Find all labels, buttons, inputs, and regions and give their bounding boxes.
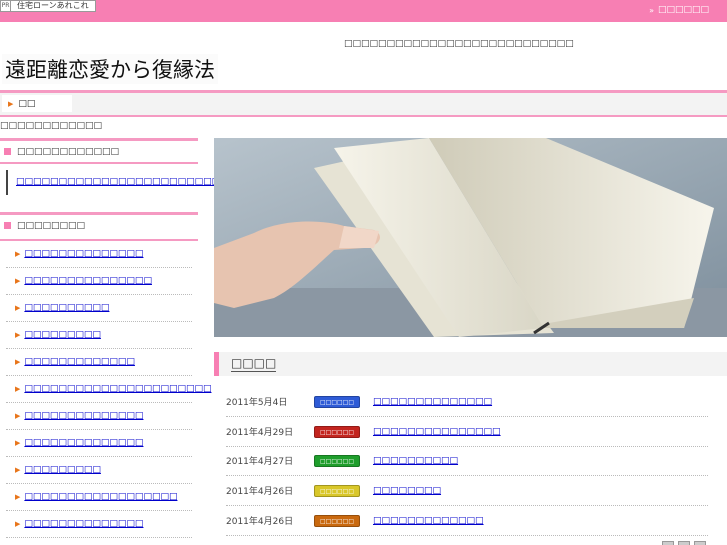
sidebar-item-link[interactable]: □□□□□□□□□ [24,330,101,340]
news-category-badge: □□□□□□ [314,395,360,408]
sidebar-menu-heading-label: □□□□□□□□ [17,220,86,231]
sidebar-item-link[interactable]: □□□□□□□□□□□□□ [24,357,135,367]
nav-home-label: □□ [18,98,36,109]
sidebar-item[interactable]: ▶ □□□□□□□□□ [6,322,192,349]
sidebar-item[interactable]: ▶ □□□□□□□□□□□□□□□□□□□□□□ [6,376,211,403]
site-tagline: □□□□□□□□□□□□□□□□□□□□□□□□□□□ [344,39,574,49]
news-category-badge: □□□□□□ [314,514,360,527]
news-date: 2011年4月26日 [226,487,294,497]
triangle-icon: ▶ [15,466,21,474]
sidebar-item-link[interactable]: □□□□□□□□□ [24,465,101,475]
sidebar-item-link[interactable]: □□□□□□□□□□□□□□ [24,411,143,421]
pager-button[interactable] [694,541,706,545]
triangle-icon: ▶ [8,99,14,108]
news-row: 2011年4月27日 □□□□□□ □□□□□□□□□□ [226,446,708,476]
triangle-icon: ▶ [15,412,21,420]
sidebar-item[interactable]: ▶ □□□□□□□□□□□□□□ [6,511,192,538]
sidebar-item[interactable]: ▶ □□□□□□□□□□□□□□ [6,403,192,430]
sidebar-item[interactable]: ▶ □□□□□□□□□□□□□ [6,349,192,376]
triangle-icon: ▶ [15,439,21,447]
news-title-link[interactable]: □□□□□□□□□□□□□□ [373,397,492,407]
pager-button[interactable] [662,541,674,545]
square-bullet-icon [4,148,11,155]
nav-home-tab[interactable]: ▶ □□ [2,95,72,112]
triangle-icon: ▶ [15,304,21,312]
sidebar-contact-box: □□□□□□□□□□□□□□□□□□□□□□□□□ [0,162,229,200]
sidebar-menu: ▶ □□□□□□□□□□□□□□ ▶ □□□□□□□□□□□□□□□ ▶ □□□□□□… [0,239,211,545]
sidebar-item[interactable]: ▶ □□□□□□□□□□□□□□□ [6,268,192,295]
news-title-link[interactable]: □□□□□□□□□□□□□□□ [373,427,501,437]
sidebar-item-link[interactable]: □□□□□□□□□□ [24,303,109,313]
site-title[interactable]: 遠距離恋愛から復縁法 [2,54,218,84]
news-title-link[interactable]: □□□□□□□□□□ [373,456,458,466]
news-date: 2011年5月4日 [226,398,288,408]
news-date: 2011年4月27日 [226,457,294,467]
sidebar-item-link[interactable]: □□□□□□□□□□□□□□□ [24,276,152,286]
sidebar-item-link[interactable]: □□□□□□□□□□□□□□□□□□□□□□ [24,384,211,394]
pager-button[interactable] [678,541,690,545]
news-row: 2011年4月26日 □□□□□□ □□□□□□□□□□□□□ [226,506,708,536]
triangle-icon: ▶ [15,250,21,258]
top-right-link-label: □□□□□□ [657,5,709,15]
nav-divider [0,115,727,117]
square-bullet-icon [4,222,11,229]
news-title-link[interactable]: □□□□□□□□□□□□□ [373,516,484,526]
news-category-badge: □□□□□□ [314,425,360,438]
double-chevron-icon: » [649,5,654,15]
triangle-icon: ▶ [15,277,21,285]
pr-ad-box[interactable]: PR 住宅ローンあれこれ [0,0,96,12]
global-nav [0,93,727,115]
top-bar: PR 住宅ローンあれこれ » □□□□□□ [0,0,727,22]
sidebar-item[interactable]: ▶□□□□□□□□□□ [6,538,192,545]
news-row: 2011年4月26日 □□□□□□ □□□□□□□□ [226,476,708,506]
news-category-badge: □□□□□□ [314,484,360,497]
news-title-link[interactable]: □□□□□□□□ [373,486,441,496]
sidebar-item[interactable]: ▶ □□□□□□□□□□□□□□ [6,430,192,457]
sidebar-item-link[interactable]: □□□□□□□□□□□□□□ [24,519,143,529]
triangle-icon: ▶ [15,493,21,501]
sidebar-item[interactable]: ▶ □□□□□□□□□□□□□□□□□□ [6,484,192,511]
triangle-icon: ▶ [15,358,21,366]
sidebar-item-link[interactable]: □□□□□□□□□□□□□□ [24,249,143,259]
news-category-badge: □□□□□□ [314,454,360,467]
news-heading-label: □□□□ [231,356,277,372]
breadcrumb: □□□□□□□□□□□□ [0,121,103,131]
triangle-icon: ▶ [15,520,21,528]
sidebar-contact-heading-label: □□□□□□□□□□□□ [17,146,120,157]
triangle-icon: ▶ [15,385,21,393]
contact-link[interactable]: □□□□□□□□□□□□□□□□□□□□□□□□□ [16,177,229,187]
sidebar-item-link[interactable]: □□□□□□□□□□□□□□□□□□ [24,492,177,502]
sidebar-item-link[interactable]: □□□□□□□□□□□□□□ [24,438,143,448]
mail-icon [6,169,8,195]
hero-image [214,138,727,337]
news-row: 2011年5月4日 □□□□□□ □□□□□□□□□□□□□□ [226,387,708,417]
news-date: 2011年4月26日 [226,517,294,527]
sidebar-item[interactable]: ▶□□□□□□□□□□ [6,295,192,322]
news-date: 2011年4月29日 [226,428,294,438]
news-row: 2011年4月29日 □□□□□□ □□□□□□□□□□□□□□□ [226,417,708,447]
pr-tag: PR [1,1,11,11]
sidebar-item[interactable]: ▶ □□□□□□□□□ [6,457,192,484]
pr-ad-text[interactable]: 住宅ローンあれこれ [11,1,95,11]
news-heading: □□□□ [214,352,727,376]
top-right-link[interactable]: » □□□□□□ [649,5,709,15]
sidebar-contact-heading: □□□□□□□□□□□□ [0,138,198,162]
sidebar-item[interactable]: ▶ □□□□□□□□□□□□□□ [6,241,192,268]
sidebar-menu-heading: □□□□□□□□ [0,212,198,236]
triangle-icon: ▶ [15,331,21,339]
